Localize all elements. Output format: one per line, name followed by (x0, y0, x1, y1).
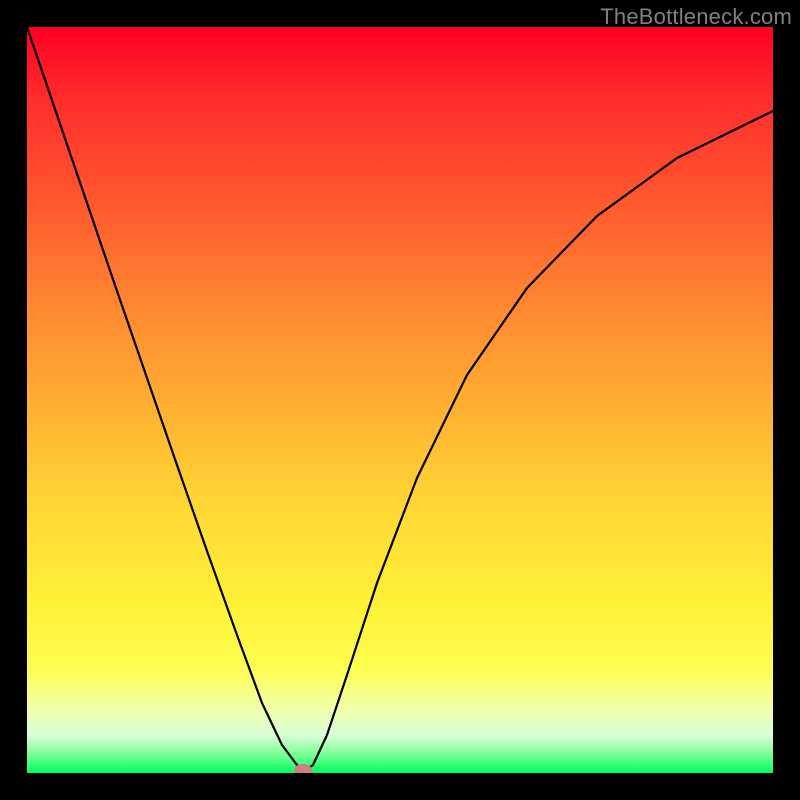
watermark-text: TheBottleneck.com (600, 4, 792, 30)
min-point-marker (294, 764, 312, 773)
plot-area (27, 27, 773, 773)
curve-svg (27, 27, 773, 773)
bottleneck-curve (27, 27, 773, 771)
